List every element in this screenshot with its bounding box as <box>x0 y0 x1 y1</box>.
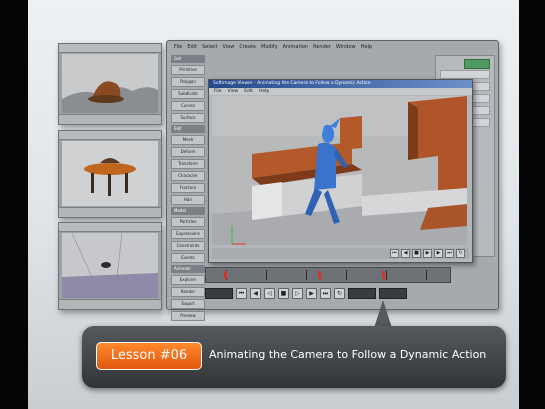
module-button[interactable]: Subdivide <box>171 89 205 99</box>
module-button[interactable]: Character <box>171 171 205 181</box>
module-button[interactable]: Polygon <box>171 77 205 87</box>
timeline[interactable] <box>205 267 451 283</box>
module-button[interactable]: Render <box>171 287 205 297</box>
last-frame-button[interactable]: ⏭ <box>445 249 454 258</box>
thumbnail-footer <box>59 207 161 217</box>
thumb-scene-2 <box>62 141 158 206</box>
module-toolbar: Get Primitive Polygon Subdivide Curves Surfac… <box>171 55 205 323</box>
next-frame-button[interactable]: ▶ <box>434 249 443 258</box>
viewer-menubar: File View Edit Help <box>209 88 472 95</box>
module-button[interactable]: Transform <box>171 159 205 169</box>
module-button[interactable]: Deform <box>171 147 205 157</box>
thumbnail-header <box>59 223 161 232</box>
menu-item[interactable]: File <box>174 43 182 51</box>
first-frame-button[interactable]: ⏮ <box>236 288 247 299</box>
3d-viewport[interactable] <box>212 96 467 245</box>
module-button[interactable]: Preview <box>171 311 205 321</box>
thumbnail-header <box>59 131 161 140</box>
panel-toggle-button[interactable] <box>464 59 490 69</box>
keyframe-marker[interactable] <box>224 271 227 279</box>
lesson-number-badge: Lesson #06 <box>96 342 202 370</box>
loop-button[interactable]: ↻ <box>456 249 465 258</box>
module-button[interactable]: Export <box>171 299 205 309</box>
thumbnail-footer <box>59 114 161 124</box>
timeline-tick <box>386 270 387 280</box>
first-frame-button[interactable]: ⏮ <box>390 249 399 258</box>
module-button[interactable]: Events <box>171 253 205 263</box>
stop-button[interactable]: ■ <box>278 288 289 299</box>
module-button[interactable]: Constraints <box>171 241 205 251</box>
keyframe-marker[interactable] <box>382 271 385 279</box>
module-button[interactable]: Particles <box>171 217 205 227</box>
menu-item[interactable]: Window <box>336 43 356 51</box>
thumbnail-viewport-2[interactable] <box>58 130 162 218</box>
start-frame-field[interactable] <box>205 288 233 299</box>
module-header[interactable]: Get <box>171 55 205 63</box>
tutorial-frame: File Edit Select View Create Modify Animation R… <box>0 0 545 409</box>
module-button[interactable]: Curves <box>171 101 205 111</box>
main-menubar: File Edit Select View Create Modify Animation R… <box>170 43 495 51</box>
thumbnail-footer <box>59 299 161 309</box>
module-button[interactable]: Explorer <box>171 275 205 285</box>
module-button[interactable]: Hair <box>171 195 205 205</box>
module-button[interactable]: Mesh <box>171 135 205 145</box>
menu-item[interactable]: Create <box>239 43 256 51</box>
module-button[interactable]: Primitive <box>171 65 205 75</box>
thumbnail-view-2 <box>62 141 158 206</box>
menu-item[interactable]: Render <box>313 43 331 51</box>
loop-button[interactable]: ↻ <box>334 288 345 299</box>
banner-pointer <box>374 300 392 328</box>
module-button[interactable]: Fracture <box>171 183 205 193</box>
viewer-menu-item[interactable]: File <box>214 88 222 95</box>
stop-button[interactable]: ■ <box>412 249 421 258</box>
prev-frame-button[interactable]: ◀ <box>401 249 410 258</box>
last-frame-button[interactable]: ⏭ <box>320 288 331 299</box>
timeline-tick <box>266 270 267 280</box>
thumbnail-viewport-3[interactable] <box>58 222 162 310</box>
timeline-tick <box>426 270 427 280</box>
menu-item[interactable]: Help <box>361 43 372 51</box>
thumb-scene-3 <box>62 233 158 298</box>
scene-render <box>212 96 467 245</box>
module-header[interactable]: Model <box>171 207 205 215</box>
module-header[interactable]: Edit <box>171 125 205 133</box>
current-frame-field[interactable] <box>348 288 376 299</box>
play-button[interactable]: ▶ <box>423 249 432 258</box>
letterbox-left <box>0 0 28 409</box>
render-viewer-window: Softimage Viewer - Animating the Camera … <box>208 79 473 263</box>
timeline-tick <box>306 270 307 280</box>
play-backward-button[interactable]: ◁ <box>264 288 275 299</box>
viewer-titlebar[interactable]: Softimage Viewer - Animating the Camera … <box>209 80 472 88</box>
thumb-scene-1 <box>62 54 158 113</box>
module-button[interactable]: Expressions <box>171 229 205 239</box>
next-key-button[interactable]: ▶ <box>306 288 317 299</box>
viewer-menu-item[interactable]: View <box>228 88 239 95</box>
play-button[interactable]: ▷ <box>292 288 303 299</box>
keyframe-marker[interactable] <box>318 271 321 279</box>
playback-bar: ⏮ ◀ ◁ ■ ▷ ▶ ⏭ ↻ <box>205 287 449 300</box>
prev-key-button[interactable]: ◀ <box>250 288 261 299</box>
thumbnail-view-1 <box>62 54 158 113</box>
menu-item[interactable]: Edit <box>187 43 197 51</box>
module-header[interactable]: Animate <box>171 265 205 273</box>
menu-item[interactable]: Select <box>202 43 217 51</box>
thumbnail-viewport-1[interactable] <box>58 43 162 125</box>
viewer-controls: ⏮ ◀ ■ ▶ ▶ ⏭ ↻ <box>212 248 469 259</box>
timeline-tick <box>346 270 347 280</box>
lesson-banner: Lesson #06 Animating the Camera to Follo… <box>82 326 506 388</box>
menu-item[interactable]: Modify <box>261 43 278 51</box>
viewer-menu-item[interactable]: Help <box>259 88 269 95</box>
letterbox-right <box>519 0 545 409</box>
menu-item[interactable]: View <box>223 43 235 51</box>
property-row[interactable] <box>440 70 490 79</box>
lesson-title: Animating the Camera to Follow a Dynamic… <box>209 348 487 361</box>
end-frame-field[interactable] <box>379 288 407 299</box>
viewer-menu-item[interactable]: Edit <box>244 88 253 95</box>
thumbnail-view-3 <box>62 233 158 298</box>
thumbnail-header <box>59 44 161 53</box>
module-button[interactable]: Surface <box>171 113 205 123</box>
menu-item[interactable]: Animation <box>283 43 309 51</box>
